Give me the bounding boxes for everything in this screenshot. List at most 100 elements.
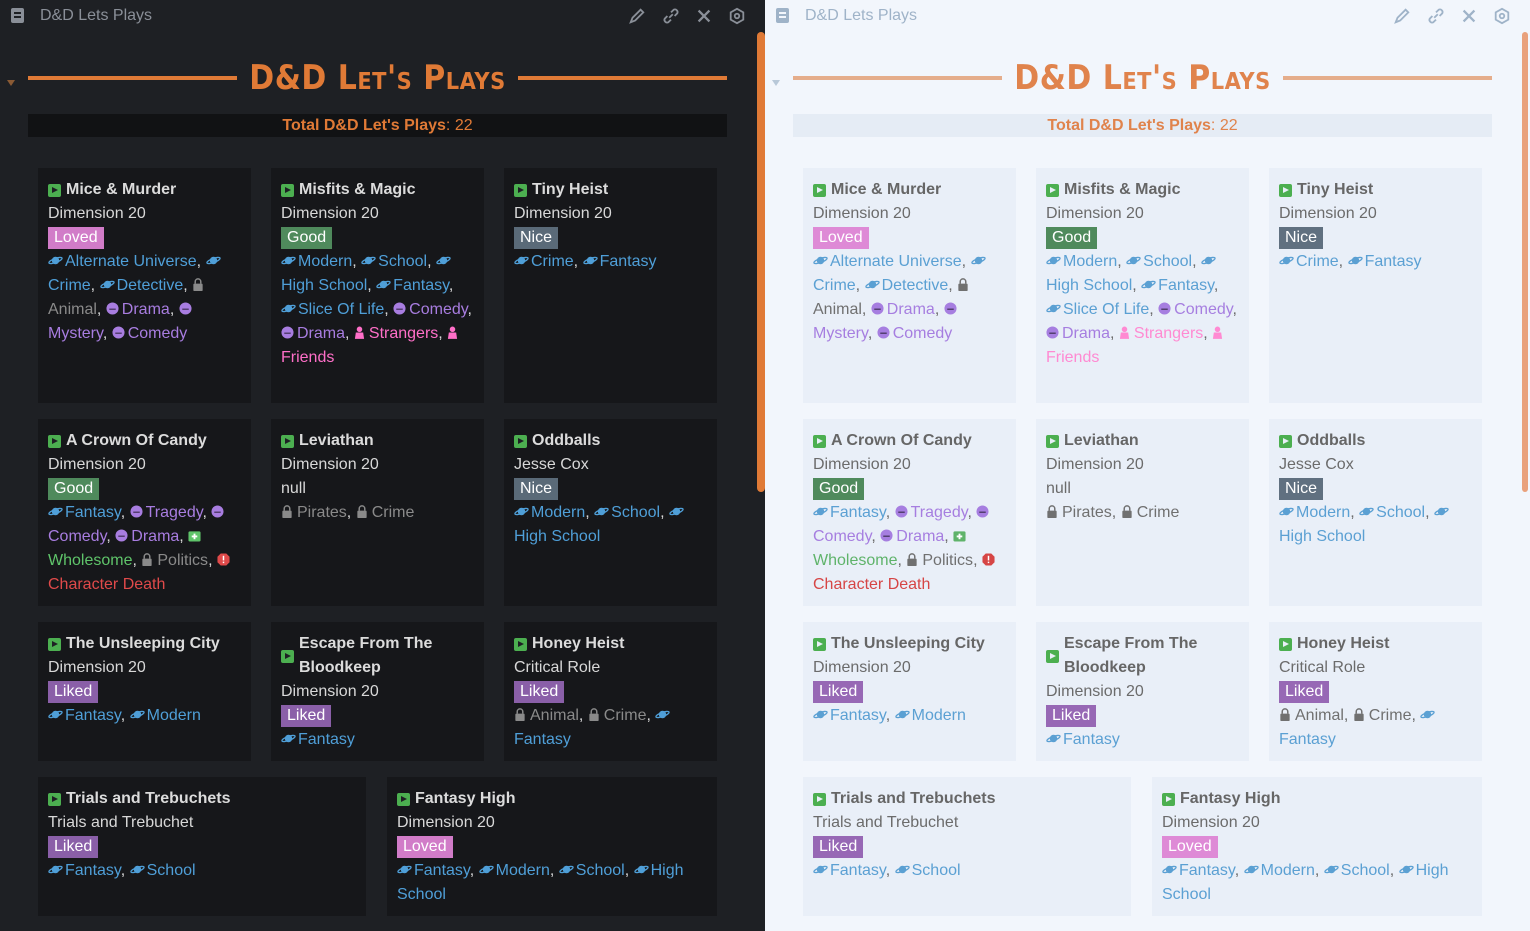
card-title[interactable]: Leviathan	[1046, 429, 1239, 453]
tag[interactable]: Fantasy	[48, 862, 121, 879]
scrollbar[interactable]	[757, 32, 765, 492]
card-title[interactable]: Trials and Trebuchets	[813, 787, 1121, 811]
tag[interactable]: Modern	[281, 253, 352, 270]
tag[interactable]: Modern	[514, 504, 585, 521]
tag[interactable]: Slice Of Life	[1046, 301, 1149, 318]
tag[interactable]: Fantasy	[376, 277, 449, 294]
tag[interactable]: Pirates	[281, 504, 347, 521]
tag[interactable]: Modern	[129, 707, 201, 724]
tag[interactable]: Crime	[356, 504, 414, 521]
tag[interactable]: Modern	[894, 707, 966, 724]
tag[interactable]: Slice Of Life	[281, 301, 384, 318]
planet-icon	[48, 253, 65, 270]
tag[interactable]: Animal	[1279, 707, 1344, 724]
card-title[interactable]: Trials and Trebuchets	[48, 787, 356, 811]
tag[interactable]: Crime	[1279, 253, 1339, 270]
edit-icon[interactable]	[627, 6, 647, 26]
tag[interactable]: Alternate Universe	[813, 253, 962, 270]
collapse-arrow-icon[interactable]	[772, 80, 780, 86]
tag[interactable]: School	[594, 504, 660, 521]
card-title[interactable]: Misfits & Magic	[1046, 178, 1239, 202]
tag[interactable]: Politics	[141, 552, 208, 569]
tag[interactable]: School	[1359, 504, 1425, 521]
card-title[interactable]: Escape From The Bloodkeep	[281, 632, 474, 680]
card-title[interactable]: Oddballs	[1279, 429, 1472, 453]
card-title[interactable]: Leviathan	[281, 429, 474, 453]
tag[interactable]: Fantasy	[582, 253, 656, 270]
tag[interactable]: Comedy	[1158, 301, 1233, 318]
card-title[interactable]: A Crown Of Candy	[48, 429, 241, 453]
tag[interactable]: Fantasy	[1141, 277, 1214, 294]
card-creator: Critical Role	[514, 659, 601, 676]
tag[interactable]: Animal	[514, 707, 579, 724]
tag[interactable]: Fantasy	[48, 504, 121, 521]
card-title[interactable]: Fantasy High	[1162, 787, 1472, 811]
tag[interactable]: Strangers	[354, 325, 438, 342]
tag[interactable]: Detective	[99, 277, 183, 294]
tag[interactable]: Drama	[1046, 325, 1110, 342]
tag[interactable]: Fantasy	[48, 707, 121, 724]
tag[interactable]: Modern	[478, 862, 550, 879]
lets-play-card: Oddballs Jesse Cox Nice Modern, School, Hig…	[504, 419, 717, 606]
tag[interactable]: Modern	[1046, 253, 1117, 270]
tag[interactable]: Comedy	[112, 325, 187, 342]
tag[interactable]: School	[361, 253, 427, 270]
card-title[interactable]: Fantasy High	[397, 787, 707, 811]
tag[interactable]: Alternate Universe	[48, 253, 197, 270]
tag[interactable]: Fantasy	[397, 862, 470, 879]
scrollbar[interactable]	[1522, 32, 1528, 492]
card-title[interactable]: Escape From The Bloodkeep	[1046, 632, 1239, 680]
card-title[interactable]: Tiny Heist	[514, 178, 707, 202]
card-title[interactable]: Honey Heist	[1279, 632, 1472, 656]
collapse-arrow-icon[interactable]	[7, 80, 15, 86]
tag[interactable]: Drama	[106, 301, 170, 318]
tag[interactable]: Drama	[281, 325, 345, 342]
tag[interactable]: Crime	[1121, 504, 1179, 521]
tag[interactable]: Modern	[1243, 862, 1315, 879]
tag[interactable]: Modern	[1279, 504, 1350, 521]
close-icon[interactable]	[694, 6, 714, 26]
tag[interactable]: School	[894, 862, 961, 879]
tag[interactable]: Drama	[115, 528, 179, 545]
tag[interactable]: Crime	[514, 253, 574, 270]
card-title[interactable]: A Crown Of Candy	[813, 429, 1006, 453]
gear-icon[interactable]	[727, 6, 747, 26]
tag[interactable]: Comedy	[393, 301, 468, 318]
tag[interactable]: Strangers	[1119, 325, 1203, 342]
tag[interactable]: Fantasy	[813, 707, 886, 724]
tag[interactable]: School	[1126, 253, 1192, 270]
card-title[interactable]: Oddballs	[514, 429, 707, 453]
tag[interactable]: Crime	[1353, 707, 1411, 724]
tag[interactable]: Drama	[880, 528, 944, 545]
card-title[interactable]: Honey Heist	[514, 632, 707, 656]
link-icon[interactable]	[1426, 6, 1446, 26]
card-title[interactable]: Mice & Murder	[48, 178, 241, 202]
close-icon[interactable]	[1459, 6, 1479, 26]
tag[interactable]: Fantasy	[281, 731, 355, 748]
card-title[interactable]: Misfits & Magic	[281, 178, 474, 202]
tag[interactable]: Pirates	[1046, 504, 1112, 521]
tag[interactable]: Drama	[871, 301, 935, 318]
card-title[interactable]: Tiny Heist	[1279, 178, 1472, 202]
edit-icon[interactable]	[1392, 6, 1412, 26]
card-title[interactable]: Mice & Murder	[813, 178, 1006, 202]
tag[interactable]: Fantasy	[813, 504, 886, 521]
card-title[interactable]: The Unsleeping City	[48, 632, 241, 656]
tag[interactable]: Tragedy	[130, 504, 203, 521]
tag[interactable]: Detective	[864, 277, 948, 294]
tag[interactable]: Fantasy	[813, 862, 886, 879]
tag[interactable]: Tragedy	[895, 504, 968, 521]
planet-icon	[1420, 707, 1437, 724]
tag[interactable]: Fantasy	[1046, 731, 1120, 748]
tag[interactable]: Politics	[906, 552, 973, 569]
tag[interactable]: Crime	[588, 707, 646, 724]
gear-icon[interactable]	[1492, 6, 1512, 26]
card-title[interactable]: The Unsleeping City	[813, 632, 1006, 656]
tag[interactable]: School	[129, 862, 196, 879]
link-icon[interactable]	[661, 6, 681, 26]
tag[interactable]: Fantasy	[1347, 253, 1421, 270]
tag[interactable]: Fantasy	[1162, 862, 1235, 879]
tag[interactable]: School	[1324, 862, 1390, 879]
tag[interactable]: School	[559, 862, 625, 879]
tag[interactable]: Comedy	[877, 325, 952, 342]
